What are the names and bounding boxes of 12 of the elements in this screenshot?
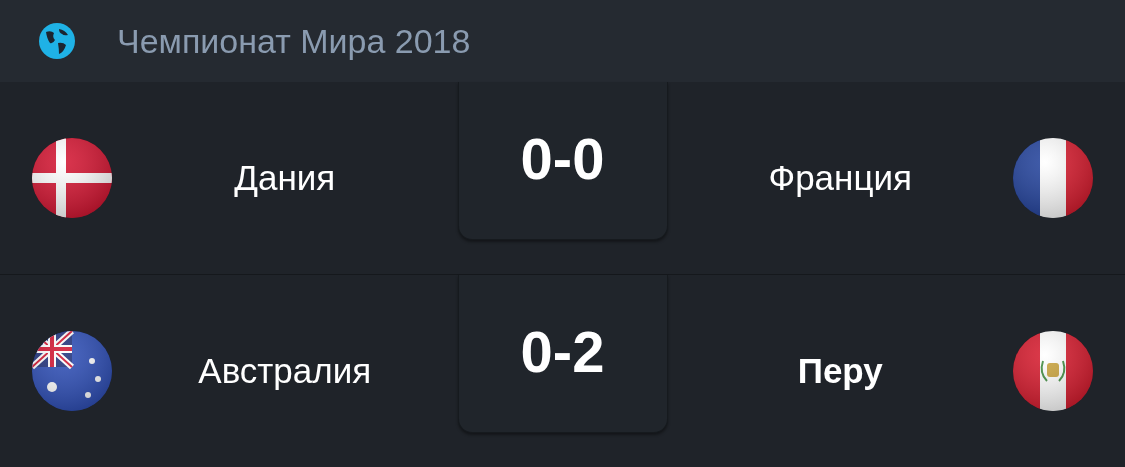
team-name: Перу <box>797 349 883 392</box>
match-score: 0-0 <box>520 130 605 193</box>
team-name: Франция <box>768 156 912 199</box>
header-title: Чемпионат Мира 2018 <box>117 20 471 62</box>
flag-icon <box>1013 331 1093 411</box>
flag-icon <box>32 331 112 411</box>
match-score: 0-2 <box>520 323 605 386</box>
team-name: Австралия <box>198 349 372 392</box>
globe-icon <box>39 23 75 59</box>
team-name: Дания <box>234 156 336 199</box>
flag-icon <box>1013 138 1093 218</box>
flag-icon <box>32 138 112 218</box>
